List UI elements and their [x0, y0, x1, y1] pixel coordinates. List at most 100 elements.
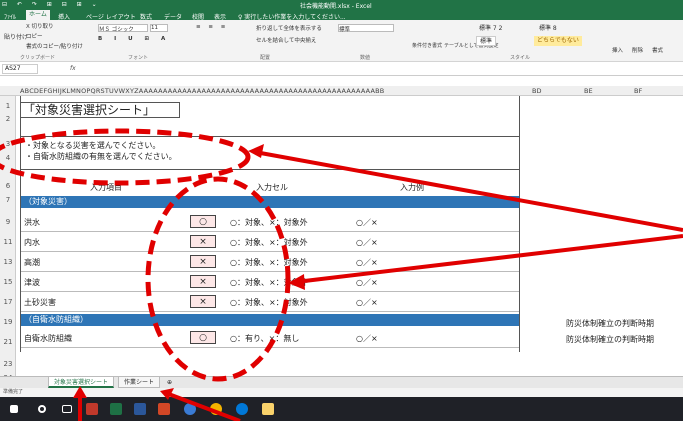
number-group-label: 数値 — [360, 55, 371, 61]
instructions-box: ・対象となる災害を選んでください。 ・自衛水防組織の有無を選んでください。 — [20, 136, 520, 170]
cut-button[interactable]: X 切り取り — [26, 22, 54, 30]
ribbon: 貼り付け X 切り取り コピー 書式のコピー/貼り付け クリップボード ＭＳ ゴ… — [0, 20, 683, 62]
powerpoint-icon[interactable] — [158, 403, 170, 415]
number-format-box[interactable]: 標準 — [338, 24, 394, 33]
conditional-format-button[interactable]: 条件付き書式 — [412, 42, 442, 49]
row-number: 9 — [5, 218, 11, 226]
style-normal-8[interactable]: 標準 8 — [536, 24, 560, 34]
section-target-disasters: （対象災害） — [20, 196, 520, 208]
merge-center-button[interactable]: セルを結合して中央揃え — [256, 36, 316, 44]
select-cell-storm-surge[interactable]: × — [190, 255, 216, 268]
table-row: 土砂災害 × ○：対象、×：対象外 ○／× — [20, 292, 520, 312]
row-number: 6 — [5, 182, 11, 190]
item-label: 高潮 — [24, 258, 40, 267]
style-neutral[interactable]: どちらでもない — [534, 36, 582, 46]
title-bar: ⊟ ↶ ↷ ⊞ ⊟ ⊞ ⌄ 社会機能動開.xlsx - Excel — [0, 0, 683, 10]
row-number: 11 — [3, 238, 13, 246]
insert-cells-button[interactable]: 挿入 — [612, 46, 623, 54]
excel-icon[interactable] — [110, 403, 122, 415]
clipboard-group-label: クリップボード — [20, 55, 56, 61]
taskview-icon[interactable] — [62, 405, 72, 413]
header-input-example: 入力例 — [400, 183, 424, 192]
row-number: 3 — [5, 140, 11, 148]
wrap-text-button[interactable]: 折り返して全体を表示する — [256, 24, 322, 32]
sheet-tab-work[interactable]: 作業シート — [118, 377, 161, 388]
fx-icon[interactable]: fx — [70, 65, 76, 72]
select-cell-flood-org[interactable]: ○ — [190, 331, 216, 344]
table-border — [519, 96, 520, 352]
input-hint: ○：対象、×：対象外 — [230, 278, 308, 287]
number-format-value: 標準 — [339, 27, 351, 33]
search-icon[interactable] — [38, 405, 46, 413]
sheet-tab-disaster-selection[interactable]: 対象災害選択シート — [48, 377, 115, 388]
worksheet[interactable]: ABCDEFGHIJKLMNOPQRSTUVWXYZAAAAAAAAAAAAAA… — [0, 76, 683, 386]
style-normal-72[interactable]: 標準 7 2 — [476, 24, 505, 34]
item-label: 津波 — [24, 278, 40, 287]
item-label: 内水 — [24, 238, 40, 247]
align-group-label: 配置 — [260, 55, 271, 61]
instruction-line: ・対象となる災害を選んでください。 — [25, 141, 161, 150]
select-cell-inland-water[interactable]: × — [190, 235, 216, 248]
item-label: 自衛水防組織 — [24, 334, 72, 343]
table-row: 津波 × ○：対象、×：対象外 ○／× — [20, 272, 520, 292]
paste-button[interactable]: 貼り付け — [4, 32, 28, 41]
name-box[interactable]: AS27 — [2, 64, 38, 74]
status-bar: 準備完了 — [0, 388, 683, 397]
select-cell-landslide[interactable]: × — [190, 295, 216, 308]
format-cells-button[interactable]: 書式 — [652, 46, 663, 54]
selection-sheet: 「対象災害選択シート」 ・対象となる災害を選んでください。 ・自衛水防組織の有無… — [20, 96, 520, 356]
row-number: 15 — [3, 278, 13, 286]
input-example: ○／× — [356, 218, 378, 227]
font-name-box[interactable]: ＭＳ ゴシック — [98, 24, 148, 33]
select-cell-flood[interactable]: ○ — [190, 215, 216, 228]
browser-icon[interactable] — [236, 403, 248, 415]
item-label: 洪水 — [24, 218, 40, 227]
table-row: 高潮 × ○：対象、×：対象外 ○／× — [20, 252, 520, 272]
style-standard[interactable]: 標準 — [476, 36, 497, 46]
add-sheet-button[interactable]: ⊕ — [162, 377, 177, 388]
row-number: 4 — [5, 154, 11, 162]
row-number: 1 — [5, 102, 11, 110]
side-note: 防災体制確立の判断時期 — [566, 335, 654, 344]
taskbar — [0, 397, 683, 421]
font-size-box[interactable]: 11 — [150, 24, 168, 32]
input-hint: ○：対象、×：対象外 — [230, 238, 308, 247]
column-letters: ABCDEFGHIJKLMNOPQRSTUVWXYZAAAAAAAAAAAAAA… — [20, 87, 385, 95]
chrome-icon[interactable] — [210, 403, 222, 415]
quick-access-toolbar[interactable]: ⊟ ↶ ↷ ⊞ ⊟ ⊞ ⌄ — [2, 1, 101, 8]
font-group-label: フォント — [128, 55, 149, 61]
font-format-buttons[interactable]: B I U ⊞ A — [98, 36, 170, 42]
side-note: 防災体制確立の判断時期 — [566, 319, 654, 328]
table-row: 自衛水防組織 ○ ○：有り、×：無し ○／× — [20, 328, 520, 348]
row-number: 13 — [3, 258, 13, 266]
sheet-tab-bar: 対象災害選択シート 作業シート ⊕ — [0, 376, 683, 388]
column-bd: BD — [532, 87, 542, 95]
row-number: 17 — [3, 298, 13, 306]
select-cell-tsunami[interactable]: × — [190, 275, 216, 288]
styles-group-label: スタイル — [510, 55, 531, 61]
row-headers: 1 2 3 4 6 7 9 11 13 15 17 19 21 23 24 — [0, 96, 16, 386]
windows-icon[interactable] — [10, 405, 18, 413]
table-border — [20, 96, 21, 352]
row-number: 23 — [3, 360, 13, 368]
table-row: 洪水 ○ ○：対象、×：対象外 ○／× — [20, 212, 520, 232]
input-example: ○／× — [356, 278, 378, 287]
input-example: ○／× — [356, 334, 378, 343]
copy-button[interactable]: コピー — [26, 32, 43, 40]
align-buttons[interactable]: ≡ ≡ ≡ — [196, 24, 228, 30]
input-hint: ○：対象、×：対象外 — [230, 218, 308, 227]
column-bf: BF — [634, 87, 643, 95]
edge-icon[interactable] — [184, 403, 196, 415]
format-painter-button[interactable]: 書式のコピー/貼り付け — [26, 42, 83, 50]
input-hint: ○：対象、×：対象外 — [230, 258, 308, 267]
input-hint: ○：有り、×：無し — [230, 334, 300, 343]
app-icon[interactable] — [86, 403, 98, 415]
word-icon[interactable] — [134, 403, 146, 415]
tab-home[interactable]: ホーム — [26, 10, 50, 20]
input-example: ○／× — [356, 298, 378, 307]
row-number: 2 — [5, 115, 11, 123]
table-row: 内水 × ○：対象、×：対象外 ○／× — [20, 232, 520, 252]
delete-cells-button[interactable]: 削除 — [632, 46, 643, 54]
explorer-icon[interactable] — [262, 403, 274, 415]
font-size-value: 11 — [151, 25, 158, 31]
